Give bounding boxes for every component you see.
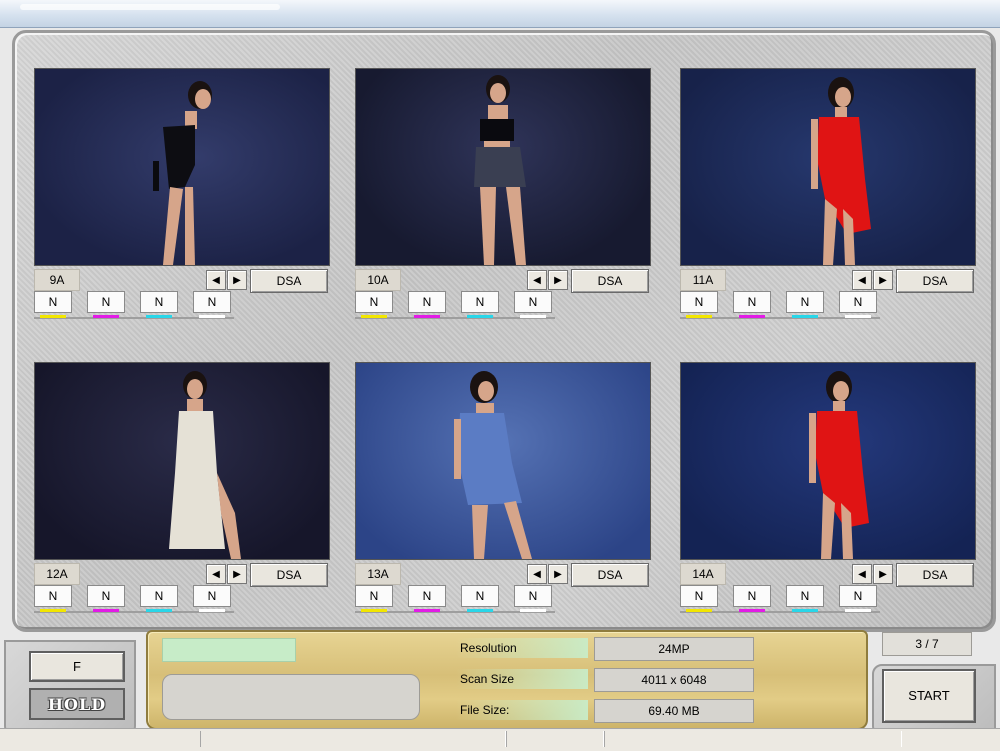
channel-color-swatch [739, 609, 765, 612]
hold-label: HOLD [47, 694, 107, 714]
channel-color-swatch [792, 609, 818, 612]
channel-color-swatch [414, 315, 440, 318]
arrow-right-icon[interactable]: ▶ [227, 564, 247, 584]
hold-button[interactable]: HOLD [29, 688, 125, 720]
arrow-left-icon[interactable]: ◀ [852, 564, 872, 584]
channel-color-swatch [520, 315, 546, 318]
channel-button[interactable]: N [514, 585, 552, 607]
file-size-value: 69.40 MB [594, 699, 754, 723]
channel-button[interactable]: N [355, 585, 393, 607]
arrow-right-icon[interactable]: ▶ [873, 270, 893, 290]
channel-button[interactable]: N [733, 585, 771, 607]
file-size-label: File Size: [456, 700, 588, 720]
thumbnail-image[interactable] [680, 68, 976, 266]
channel-color-swatch [199, 315, 225, 318]
scan-size-label: Scan Size [456, 669, 588, 689]
window-titlebar [0, 0, 1000, 28]
status-bar [0, 728, 1000, 751]
arrow-right-icon[interactable]: ▶ [873, 564, 893, 584]
channel-button[interactable]: N [514, 291, 552, 313]
channel-color-swatch [414, 609, 440, 612]
resolution-label: Resolution [456, 638, 588, 658]
frame-label: 10A [355, 269, 401, 291]
channel-button[interactable]: N [34, 291, 72, 313]
channel-button[interactable]: N [680, 585, 718, 607]
message-field [162, 674, 420, 720]
channel-button[interactable]: N [193, 291, 231, 313]
thumbnail-image[interactable] [680, 362, 976, 560]
channel-color-swatch [686, 315, 712, 318]
f-button[interactable]: F [29, 651, 125, 682]
channel-color-swatch [792, 315, 818, 318]
channel-button[interactable]: N [408, 585, 446, 607]
channel-color-swatch [467, 609, 493, 612]
frame-label: 13A [355, 563, 401, 585]
channel-color-swatch [739, 315, 765, 318]
dsa-button[interactable]: DSA [571, 563, 649, 587]
arrow-left-icon[interactable]: ◀ [206, 270, 226, 290]
channel-button[interactable]: N [839, 291, 877, 313]
channel-color-swatch [845, 609, 871, 612]
channel-button[interactable]: N [733, 291, 771, 313]
status-field [162, 638, 296, 662]
arrow-right-icon[interactable]: ▶ [548, 564, 568, 584]
channel-button[interactable]: N [140, 585, 178, 607]
channel-color-swatch [686, 609, 712, 612]
channel-color-swatch [146, 315, 172, 318]
channel-button[interactable]: N [786, 585, 824, 607]
resolution-value: 24MP [594, 637, 754, 661]
channel-button[interactable]: N [461, 291, 499, 313]
dsa-button[interactable]: DSA [571, 269, 649, 293]
channel-color-swatch [40, 609, 66, 612]
arrow-left-icon[interactable]: ◀ [852, 270, 872, 290]
channel-color-swatch [361, 315, 387, 318]
thumbnail-image[interactable] [355, 68, 651, 266]
channel-button[interactable]: N [461, 585, 499, 607]
thumbnail-image[interactable] [34, 68, 330, 266]
channel-button[interactable]: N [34, 585, 72, 607]
frame-label: 11A [680, 269, 726, 291]
channel-color-swatch [361, 609, 387, 612]
scan-size-value: 4011 x 6048 [594, 668, 754, 692]
arrow-right-icon[interactable]: ▶ [548, 270, 568, 290]
channel-color-swatch [845, 315, 871, 318]
thumbnail-image[interactable] [355, 362, 651, 560]
thumbnail-image[interactable] [34, 362, 330, 560]
channel-color-swatch [467, 315, 493, 318]
channel-color-swatch [93, 315, 119, 318]
dsa-button[interactable]: DSA [896, 269, 974, 293]
channel-color-swatch [199, 609, 225, 612]
channel-button[interactable]: N [87, 291, 125, 313]
scan-info-panel: Resolution 24MP Scan Size 4011 x 6048 Fi… [146, 630, 868, 730]
channel-color-swatch [40, 315, 66, 318]
frame-label: 9A [34, 269, 80, 291]
frame-label: 14A [680, 563, 726, 585]
start-button[interactable]: START [882, 669, 976, 723]
arrow-left-icon[interactable]: ◀ [527, 564, 547, 584]
channel-color-swatch [146, 609, 172, 612]
channel-button[interactable]: N [839, 585, 877, 607]
channel-button[interactable]: N [355, 291, 393, 313]
channel-button[interactable]: N [680, 291, 718, 313]
channel-color-swatch [520, 609, 546, 612]
dsa-button[interactable]: DSA [250, 563, 328, 587]
channel-button[interactable]: N [140, 291, 178, 313]
frame-label: 12A [34, 563, 80, 585]
dsa-button[interactable]: DSA [896, 563, 974, 587]
arrow-left-icon[interactable]: ◀ [527, 270, 547, 290]
channel-button[interactable]: N [408, 291, 446, 313]
channel-button[interactable]: N [87, 585, 125, 607]
channel-button[interactable]: N [786, 291, 824, 313]
channel-button[interactable]: N [193, 585, 231, 607]
dsa-button[interactable]: DSA [250, 269, 328, 293]
page-counter: 3 / 7 [882, 632, 972, 656]
arrow-right-icon[interactable]: ▶ [227, 270, 247, 290]
arrow-left-icon[interactable]: ◀ [206, 564, 226, 584]
channel-color-swatch [93, 609, 119, 612]
